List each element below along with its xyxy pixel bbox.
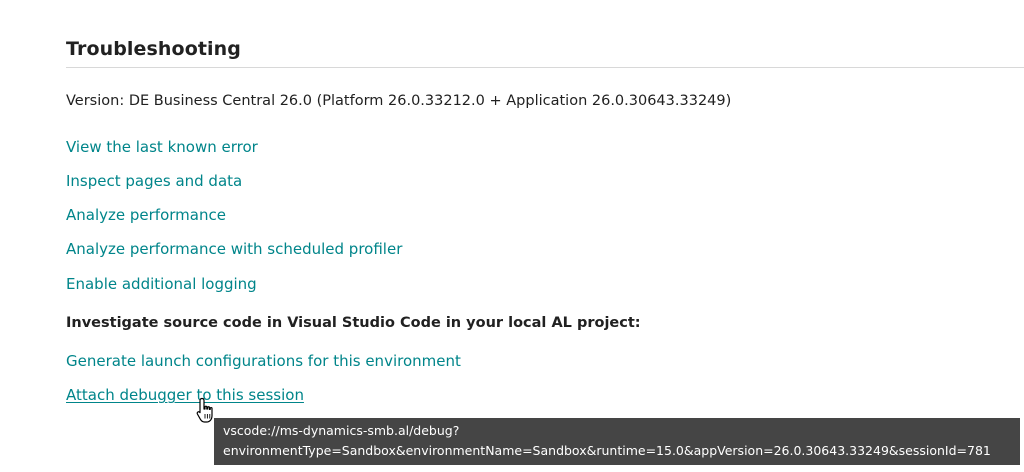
analyze-performance-link[interactable]: Analyze performance xyxy=(66,206,226,224)
tooltip-line-2: environmentType=Sandbox&environmentName=… xyxy=(223,443,991,458)
additional-logging-link[interactable]: Enable additional logging xyxy=(66,275,257,293)
generate-launch-config-link[interactable]: Generate launch configurations for this … xyxy=(66,352,461,370)
title-divider xyxy=(66,67,1024,68)
vscode-heading: Investigate source code in Visual Studio… xyxy=(66,315,641,331)
hand-pointer-icon xyxy=(196,397,213,423)
attach-debugger-link[interactable]: Attach debugger to this session xyxy=(66,386,304,404)
scheduled-profiler-link[interactable]: Analyze performance with scheduled profi… xyxy=(66,240,402,258)
section-title: Troubleshooting xyxy=(66,38,241,60)
view-last-error-link[interactable]: View the last known error xyxy=(66,138,258,156)
version-info: Version: DE Business Central 26.0 (Platf… xyxy=(66,93,732,109)
url-tooltip: vscode://ms-dynamics-smb.al/debug? envir… xyxy=(214,418,1020,465)
troubleshooting-page: Troubleshooting Version: DE Business Cen… xyxy=(0,0,1024,472)
tooltip-line-1: vscode://ms-dynamics-smb.al/debug? xyxy=(223,423,460,438)
inspect-pages-link[interactable]: Inspect pages and data xyxy=(66,172,242,190)
